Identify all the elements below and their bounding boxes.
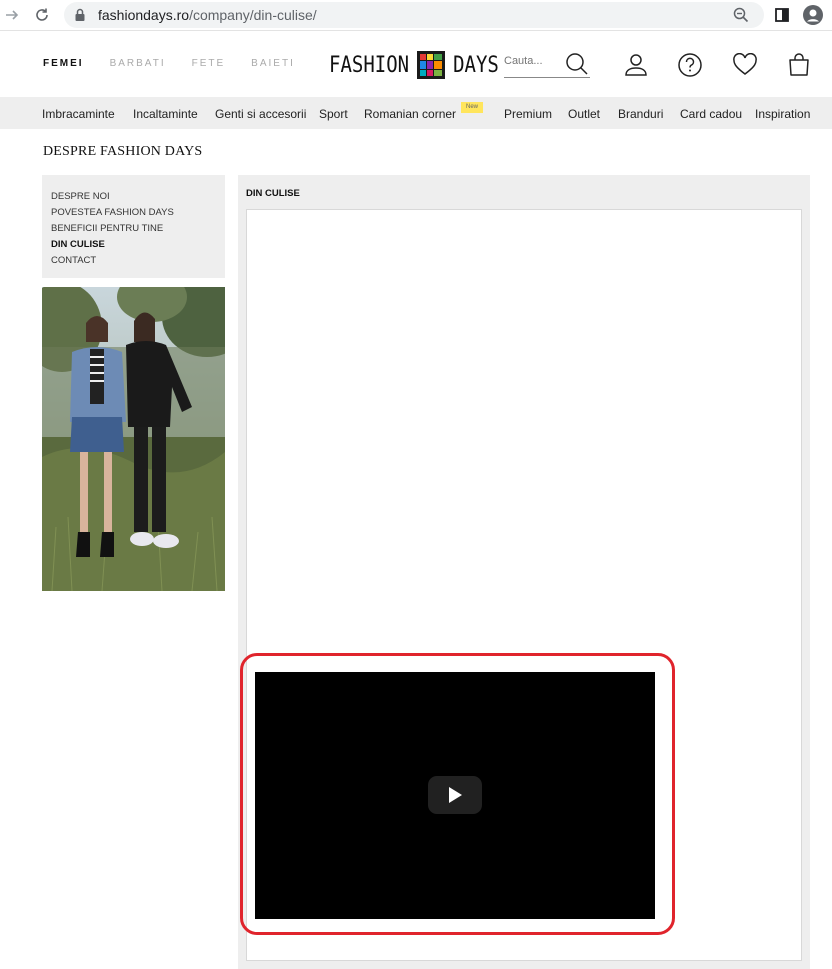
play-icon bbox=[449, 787, 462, 803]
category-nav: Imbracaminte Incaltaminte Genti si acces… bbox=[0, 97, 832, 129]
category-romanian-corner[interactable]: Romanian corner bbox=[364, 107, 456, 121]
content-title: DIN CULISE bbox=[246, 188, 300, 199]
side-panel-icon[interactable] bbox=[772, 5, 792, 25]
category-branduri[interactable]: Branduri bbox=[618, 107, 663, 121]
play-button[interactable] bbox=[428, 776, 482, 814]
logo-mark-icon bbox=[417, 51, 446, 79]
video-player[interactable] bbox=[255, 672, 655, 919]
gender-tab-femei[interactable]: FEMEI bbox=[43, 58, 84, 69]
new-badge: New bbox=[461, 102, 483, 113]
zoom-icon[interactable] bbox=[732, 6, 750, 24]
reload-icon[interactable] bbox=[32, 5, 52, 25]
side-menu-contact[interactable]: CONTACT bbox=[51, 253, 225, 269]
category-incaltaminte[interactable]: Incaltaminte bbox=[133, 107, 198, 121]
category-card-cadou[interactable]: Card cadou bbox=[680, 107, 742, 121]
gender-nav: FEMEI BARBATI FETE BAIETI bbox=[43, 58, 321, 69]
category-genti-si-accesorii[interactable]: Genti si accesorii bbox=[215, 107, 306, 121]
side-menu: DESPRE NOI POVESTEA FASHION DAYS BENEFIC… bbox=[42, 175, 225, 278]
shopping-bag-icon[interactable] bbox=[785, 51, 813, 79]
browser-toolbar: fashiondays.ro/company/din-culise/ bbox=[0, 0, 832, 31]
search-input[interactable] bbox=[504, 55, 560, 67]
url-text[interactable]: fashiondays.ro/company/din-culise/ bbox=[98, 7, 317, 23]
lock-icon[interactable] bbox=[74, 8, 86, 22]
search-box bbox=[504, 51, 590, 78]
wishlist-heart-icon[interactable] bbox=[731, 51, 759, 79]
category-outlet[interactable]: Outlet bbox=[568, 107, 600, 121]
category-premium[interactable]: Premium bbox=[504, 107, 552, 121]
gender-tab-baieti[interactable]: BAIETI bbox=[251, 58, 295, 69]
side-menu-beneficii[interactable]: BENEFICII PENTRU TINE bbox=[51, 221, 225, 237]
category-inspiration[interactable]: Inspiration bbox=[755, 107, 810, 121]
fashion-models-photo bbox=[42, 287, 225, 591]
side-menu-despre-noi[interactable]: DESPRE NOI bbox=[51, 189, 225, 205]
gender-tab-fete[interactable]: FETE bbox=[192, 58, 226, 69]
page-title: DESPRE FASHION DAYS bbox=[43, 144, 203, 159]
side-menu-povestea[interactable]: POVESTEA FASHION DAYS bbox=[51, 205, 225, 221]
side-menu-din-culise[interactable]: DIN CULISE bbox=[51, 237, 225, 253]
category-imbracaminte[interactable]: Imbracaminte bbox=[42, 107, 115, 121]
category-sport[interactable]: Sport bbox=[319, 107, 348, 121]
profile-avatar-icon[interactable] bbox=[803, 5, 823, 25]
address-bar[interactable]: fashiondays.ro/company/din-culise/ bbox=[64, 2, 764, 28]
site-logo[interactable]: FASHION DAYS bbox=[329, 50, 499, 80]
search-icon[interactable] bbox=[564, 51, 590, 77]
help-icon[interactable] bbox=[676, 51, 704, 79]
forward-icon[interactable] bbox=[2, 5, 22, 25]
gender-tab-barbati[interactable]: BARBATI bbox=[110, 58, 166, 69]
account-icon[interactable] bbox=[622, 51, 650, 79]
